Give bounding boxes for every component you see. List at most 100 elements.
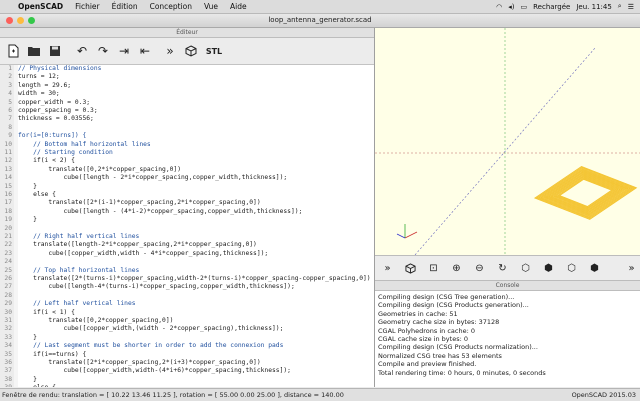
reset-view-icon[interactable]: ↻: [494, 260, 511, 277]
code-line[interactable]: 5 copper_width = 0.3;: [0, 99, 374, 107]
view-left-icon[interactable]: ⬢: [586, 260, 603, 277]
code-line[interactable]: 9 for(i=[0:turns]) {: [0, 132, 374, 140]
line-number: 39: [0, 384, 12, 387]
code-line[interactable]: 37 cube([copper_width,width-(4*i+6)*copp…: [0, 367, 374, 375]
open-folder-icon[interactable]: [25, 42, 43, 60]
new-file-icon[interactable]: [4, 42, 22, 60]
zoom-in-icon[interactable]: ⊕: [448, 260, 465, 277]
code-line[interactable]: 39 else {: [0, 384, 374, 387]
line-number: 11: [4, 149, 12, 156]
code-line[interactable]: 11 // Starting condition: [0, 149, 374, 157]
code-line[interactable]: 30 if(i < 1) {: [0, 309, 374, 317]
code-line[interactable]: 19 }: [0, 216, 374, 224]
view-right-icon[interactable]: ⬡: [517, 260, 534, 277]
code-line[interactable]: 3 length = 29.6;: [0, 82, 374, 90]
redo-icon[interactable]: ↷: [94, 42, 112, 60]
code-line[interactable]: 8: [0, 124, 374, 132]
status-bar: Fenêtre de rendu: translation = [ 10.22 …: [0, 388, 640, 401]
code-line[interactable]: 25 // Top half horizontal lines: [0, 267, 374, 275]
code-line[interactable]: 10 // Bottom half horizontal lines: [0, 141, 374, 149]
menu-fichier[interactable]: Fichier: [69, 2, 106, 11]
code-line[interactable]: 14 cube([length - 2*i*copper_spacing,cop…: [0, 174, 374, 182]
code-text: translate([2*(i-1)*copper_spacing,2*i*co…: [18, 199, 261, 207]
code-text: thickness = 0.03556;: [18, 115, 94, 123]
unindent-icon[interactable]: ⇤: [136, 42, 154, 60]
clock[interactable]: Jeu. 11:45: [576, 3, 611, 11]
menu-conception[interactable]: Conception: [144, 2, 198, 11]
line-number: 25: [4, 266, 12, 274]
code-line[interactable]: 29 // Left half vertical lines: [0, 300, 374, 308]
code-line[interactable]: 20: [0, 225, 374, 233]
code-line[interactable]: 27 cube([length-4*(turns-i)*copper_spaci…: [0, 283, 374, 291]
line-number: 20: [4, 224, 12, 232]
menu-bar: OpenSCAD Fichier Édition Conception Vue …: [0, 0, 640, 14]
menu-aide[interactable]: Aide: [224, 2, 253, 11]
code-line[interactable]: 38 }: [0, 376, 374, 384]
render-icon[interactable]: [402, 260, 419, 277]
line-number: 38: [4, 375, 12, 383]
line-number: 35: [4, 350, 12, 358]
zoom-out-icon[interactable]: ⊖: [471, 260, 488, 277]
code-text: }: [18, 216, 37, 224]
code-line[interactable]: 17 translate([2*(i-1)*copper_spacing,2*i…: [0, 199, 374, 207]
zoom-all-icon[interactable]: ⊡: [425, 260, 442, 277]
search-icon[interactable]: ⌕: [618, 2, 622, 11]
line-number: 32: [4, 325, 12, 333]
console-line: Compiling design (CSG Products generatio…: [378, 301, 529, 310]
code-text: }: [18, 182, 37, 190]
preview-icon[interactable]: »: [379, 260, 396, 277]
code-line[interactable]: 35 if(i==turns) {: [0, 351, 374, 359]
save-icon[interactable]: [46, 42, 64, 60]
wifi-icon[interactable]: ◠: [496, 3, 502, 11]
undo-icon[interactable]: ↶: [73, 42, 91, 60]
export-stl-button[interactable]: STL: [203, 42, 225, 60]
console-line: Geometries in cache: 51: [378, 309, 458, 318]
more-icon[interactable]: »: [623, 260, 640, 277]
code-line[interactable]: 7 thickness = 0.03556;: [0, 115, 374, 123]
indent-icon[interactable]: ⇥: [115, 42, 133, 60]
code-line[interactable]: 4 width = 30;: [0, 90, 374, 98]
view-top-icon[interactable]: ⬢: [540, 260, 557, 277]
code-line[interactable]: 23 cube([copper_width,width - 4*i*copper…: [0, 250, 374, 258]
code-line[interactable]: 33 }: [0, 334, 374, 342]
battery-icon[interactable]: ▭: [520, 3, 527, 11]
code-line[interactable]: 12 if(i < 2) {: [0, 157, 374, 165]
volume-icon[interactable]: ◂): [508, 3, 514, 11]
console-line: CGAL cache size in bytes: 0: [378, 335, 468, 344]
console-output[interactable]: Compiling design (CSG Tree generation)..…: [375, 291, 640, 387]
version-label: OpenSCAD 2015.03: [571, 391, 636, 399]
menu-edition[interactable]: Édition: [106, 2, 144, 11]
line-number: 27: [4, 283, 12, 291]
console-line: Total rendering time: 0 hours, 0 minutes…: [378, 368, 546, 377]
axes: [375, 28, 640, 255]
menu-vue[interactable]: Vue: [198, 2, 224, 11]
code-line[interactable]: 34 // Last segment must be shorter in or…: [0, 342, 374, 350]
line-number: 12: [4, 157, 12, 165]
code-line[interactable]: 24: [0, 258, 374, 266]
code-line[interactable]: 22 translate([length-2*i*copper_spacing,…: [0, 241, 374, 249]
code-text: translate([length-2*i*copper_spacing,2*i…: [18, 241, 257, 249]
code-line[interactable]: 28: [0, 292, 374, 300]
code-line[interactable]: 2 turns = 12;: [0, 73, 374, 81]
preview-icon[interactable]: »: [161, 42, 179, 60]
code-line[interactable]: 16 else {: [0, 191, 374, 199]
menu-list-icon[interactable]: ☰: [628, 3, 634, 11]
3d-viewport[interactable]: [375, 28, 640, 255]
code-line[interactable]: 21 // Right half vertical lines: [0, 233, 374, 241]
line-number: 9: [8, 132, 12, 140]
render-icon[interactable]: [182, 42, 200, 60]
code-line[interactable]: 36 translate([2*i*copper_spacing,2*(i+3)…: [0, 359, 374, 367]
code-line[interactable]: 15 }: [0, 183, 374, 191]
code-line[interactable]: 26 translate([2*(turns-i)*copper_spacing…: [0, 275, 374, 283]
line-number: 14: [4, 174, 12, 182]
code-line[interactable]: 31 translate([0,2*copper_spacing,0]): [0, 317, 374, 325]
code-line[interactable]: 32 cube([copper_width,(width - 2*copper_…: [0, 325, 374, 333]
code-line[interactable]: 18 cube([length - (4*i-2)*copper_spacing…: [0, 208, 374, 216]
code-text: copper_width = 0.3;: [18, 98, 91, 106]
app-menu[interactable]: OpenSCAD: [12, 2, 69, 11]
code-line[interactable]: 13 translate([0,2*i*copper_spacing,0]): [0, 166, 374, 174]
code-editor[interactable]: 1 // Physical dimensions 2 turns = 12; 3 leng…: [0, 65, 374, 387]
code-line[interactable]: 6 copper_spacing = 0.3;: [0, 107, 374, 115]
view-bottom-icon[interactable]: ⬡: [563, 260, 580, 277]
code-line[interactable]: 1 // Physical dimensions: [0, 65, 374, 73]
